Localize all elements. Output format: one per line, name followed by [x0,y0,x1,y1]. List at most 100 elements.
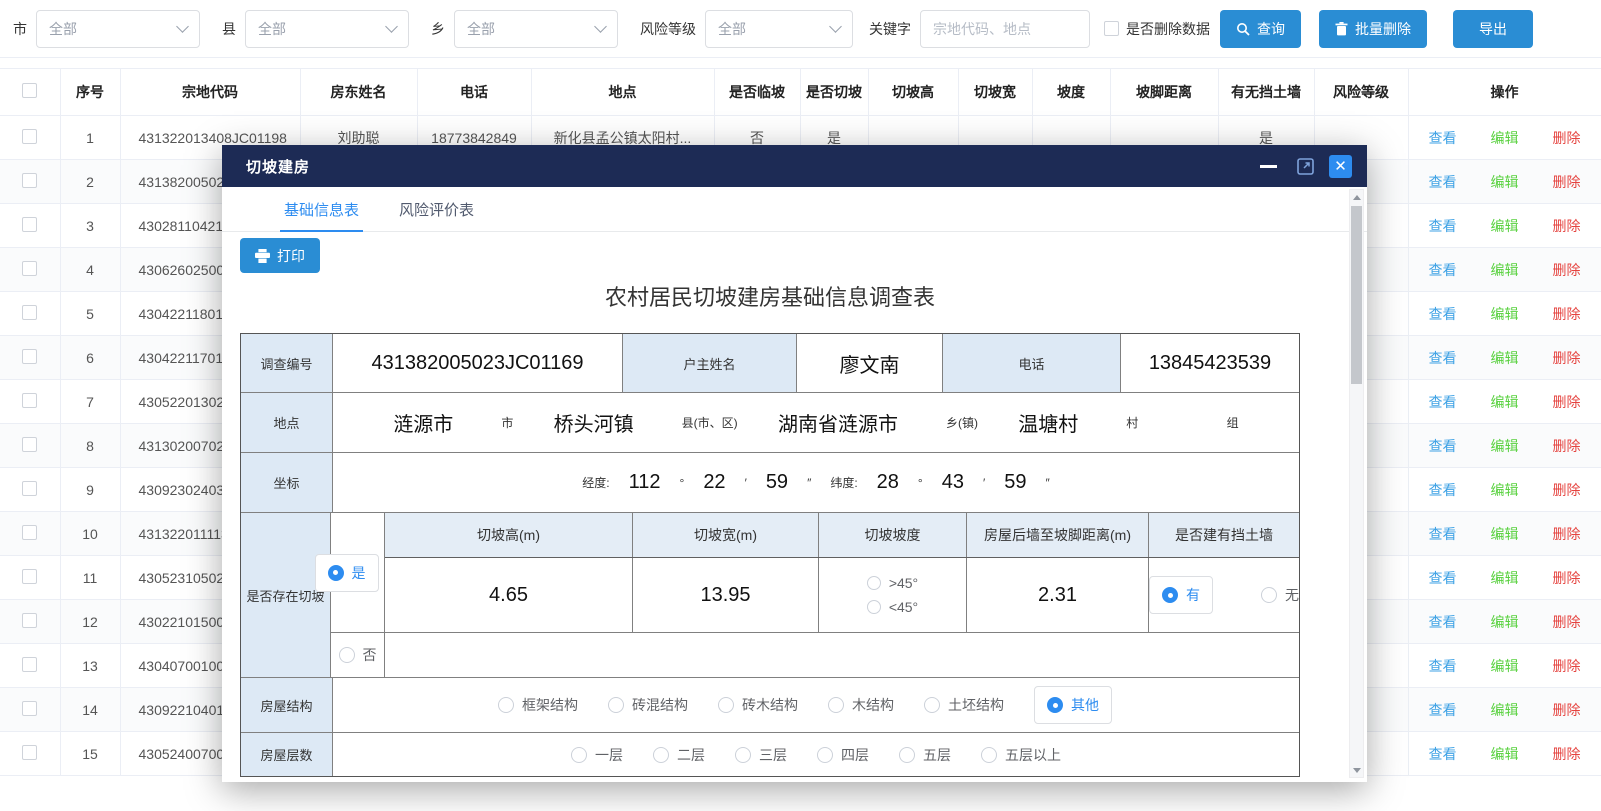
edit-link[interactable]: 编辑 [1491,172,1519,192]
scroll-down-arrow[interactable] [1350,763,1363,777]
floors-3-radio[interactable]: 三层 [735,745,787,765]
delete-data-checkbox[interactable] [1104,21,1119,36]
structure-adobe-radio[interactable]: 土坯结构 [924,695,1004,715]
delete-link[interactable]: 删除 [1553,172,1581,192]
edit-link[interactable]: 编辑 [1491,480,1519,500]
delete-link[interactable]: 删除 [1553,436,1581,456]
slope-gt45-radio[interactable]: >45° [867,575,918,591]
delete-link[interactable]: 删除 [1553,612,1581,632]
wall-no-radio[interactable]: 无 [1261,576,1299,614]
view-link[interactable]: 查看 [1429,172,1457,192]
view-link[interactable]: 查看 [1429,524,1457,544]
row-checkbox[interactable] [22,349,37,364]
city-select[interactable]: 全部 [36,10,200,48]
row-checkbox[interactable] [22,613,37,628]
scroll-up-arrow[interactable] [1350,190,1363,204]
row-checkbox[interactable] [22,569,37,584]
edit-link[interactable]: 编辑 [1491,656,1519,676]
structure-frame-radio[interactable]: 框架结构 [498,695,578,715]
row-checkbox[interactable] [22,261,37,276]
floors-5-radio[interactable]: 五层 [899,745,951,765]
cut-slope-no-radio[interactable]: 否 [339,645,377,665]
edit-link[interactable]: 编辑 [1491,304,1519,324]
floors-2-radio[interactable]: 二层 [653,745,705,765]
delete-link[interactable]: 删除 [1553,216,1581,236]
structure-brick-wood-radio[interactable]: 砖木结构 [718,695,798,715]
row-checkbox[interactable] [22,657,37,672]
edit-link[interactable]: 编辑 [1491,612,1519,632]
row-checkbox[interactable] [22,173,37,188]
delete-link[interactable]: 删除 [1553,348,1581,368]
edit-link[interactable]: 编辑 [1491,348,1519,368]
edit-link[interactable]: 编辑 [1491,392,1519,412]
view-link[interactable]: 查看 [1429,700,1457,720]
row-checkbox[interactable] [22,481,37,496]
township-select[interactable]: 全部 [454,10,618,48]
row-checkbox[interactable] [22,393,37,408]
radio-icon [867,576,881,590]
view-link[interactable]: 查看 [1429,480,1457,500]
view-link[interactable]: 查看 [1429,216,1457,236]
row-checkbox[interactable] [22,437,37,452]
close-icon[interactable]: ✕ [1329,155,1352,178]
edit-link[interactable]: 编辑 [1491,524,1519,544]
scrollbar-thumb[interactable] [1351,206,1362,384]
edit-link[interactable]: 编辑 [1491,260,1519,280]
floors-5plus-radio[interactable]: 五层以上 [981,745,1061,765]
export-button[interactable]: 导出 [1453,10,1533,48]
tab-basic-info[interactable]: 基础信息表 [284,187,359,231]
batch-delete-button[interactable]: 批量删除 [1319,10,1427,48]
keyword-input[interactable] [920,10,1090,48]
delete-link[interactable]: 删除 [1553,568,1581,588]
view-link[interactable]: 查看 [1429,436,1457,456]
view-link[interactable]: 查看 [1429,744,1457,764]
risk-level-select[interactable]: 全部 [705,10,853,48]
row-checkbox[interactable] [22,129,37,144]
edit-link[interactable]: 编辑 [1491,700,1519,720]
slope-lt45-radio[interactable]: <45° [867,599,918,615]
minimize-icon[interactable] [1260,165,1277,168]
tab-risk-evaluation[interactable]: 风险评价表 [399,187,474,231]
edit-link[interactable]: 编辑 [1491,568,1519,588]
search-button[interactable]: 查询 [1220,10,1301,48]
maximize-icon[interactable] [1297,158,1314,175]
delete-link[interactable]: 删除 [1553,656,1581,676]
row-checkbox[interactable] [22,525,37,540]
edit-link[interactable]: 编辑 [1491,216,1519,236]
view-link[interactable]: 查看 [1429,128,1457,148]
view-link[interactable]: 查看 [1429,656,1457,676]
view-link[interactable]: 查看 [1429,392,1457,412]
print-button[interactable]: 打印 [240,238,320,273]
column-header: 是否切坡 [800,69,868,116]
select-all-checkbox[interactable] [22,83,37,98]
structure-wood-radio[interactable]: 木结构 [828,695,894,715]
view-link[interactable]: 查看 [1429,612,1457,632]
wall-yes-radio[interactable]: 有 [1149,576,1213,614]
delete-link[interactable]: 删除 [1553,260,1581,280]
delete-link[interactable]: 删除 [1553,128,1581,148]
row-checkbox[interactable] [22,745,37,760]
edit-link[interactable]: 编辑 [1491,744,1519,764]
delete-link[interactable]: 删除 [1553,700,1581,720]
modal-scrollbar[interactable] [1349,189,1364,778]
floors-4-radio[interactable]: 四层 [817,745,869,765]
edit-link[interactable]: 编辑 [1491,128,1519,148]
county-select[interactable]: 全部 [245,10,409,48]
row-checkbox[interactable] [22,217,37,232]
view-link[interactable]: 查看 [1429,568,1457,588]
delete-link[interactable]: 删除 [1553,744,1581,764]
delete-link[interactable]: 删除 [1553,304,1581,324]
view-link[interactable]: 查看 [1429,260,1457,280]
view-link[interactable]: 查看 [1429,304,1457,324]
row-checkbox[interactable] [22,701,37,716]
cut-slope-yes-radio[interactable]: 是 [315,554,379,592]
edit-link[interactable]: 编辑 [1491,436,1519,456]
structure-brick-concrete-radio[interactable]: 砖混结构 [608,695,688,715]
view-link[interactable]: 查看 [1429,348,1457,368]
row-checkbox[interactable] [22,305,37,320]
floors-1-radio[interactable]: 一层 [571,745,623,765]
delete-link[interactable]: 删除 [1553,480,1581,500]
structure-other-radio[interactable]: 其他 [1034,686,1112,724]
delete-link[interactable]: 删除 [1553,524,1581,544]
delete-link[interactable]: 删除 [1553,392,1581,412]
